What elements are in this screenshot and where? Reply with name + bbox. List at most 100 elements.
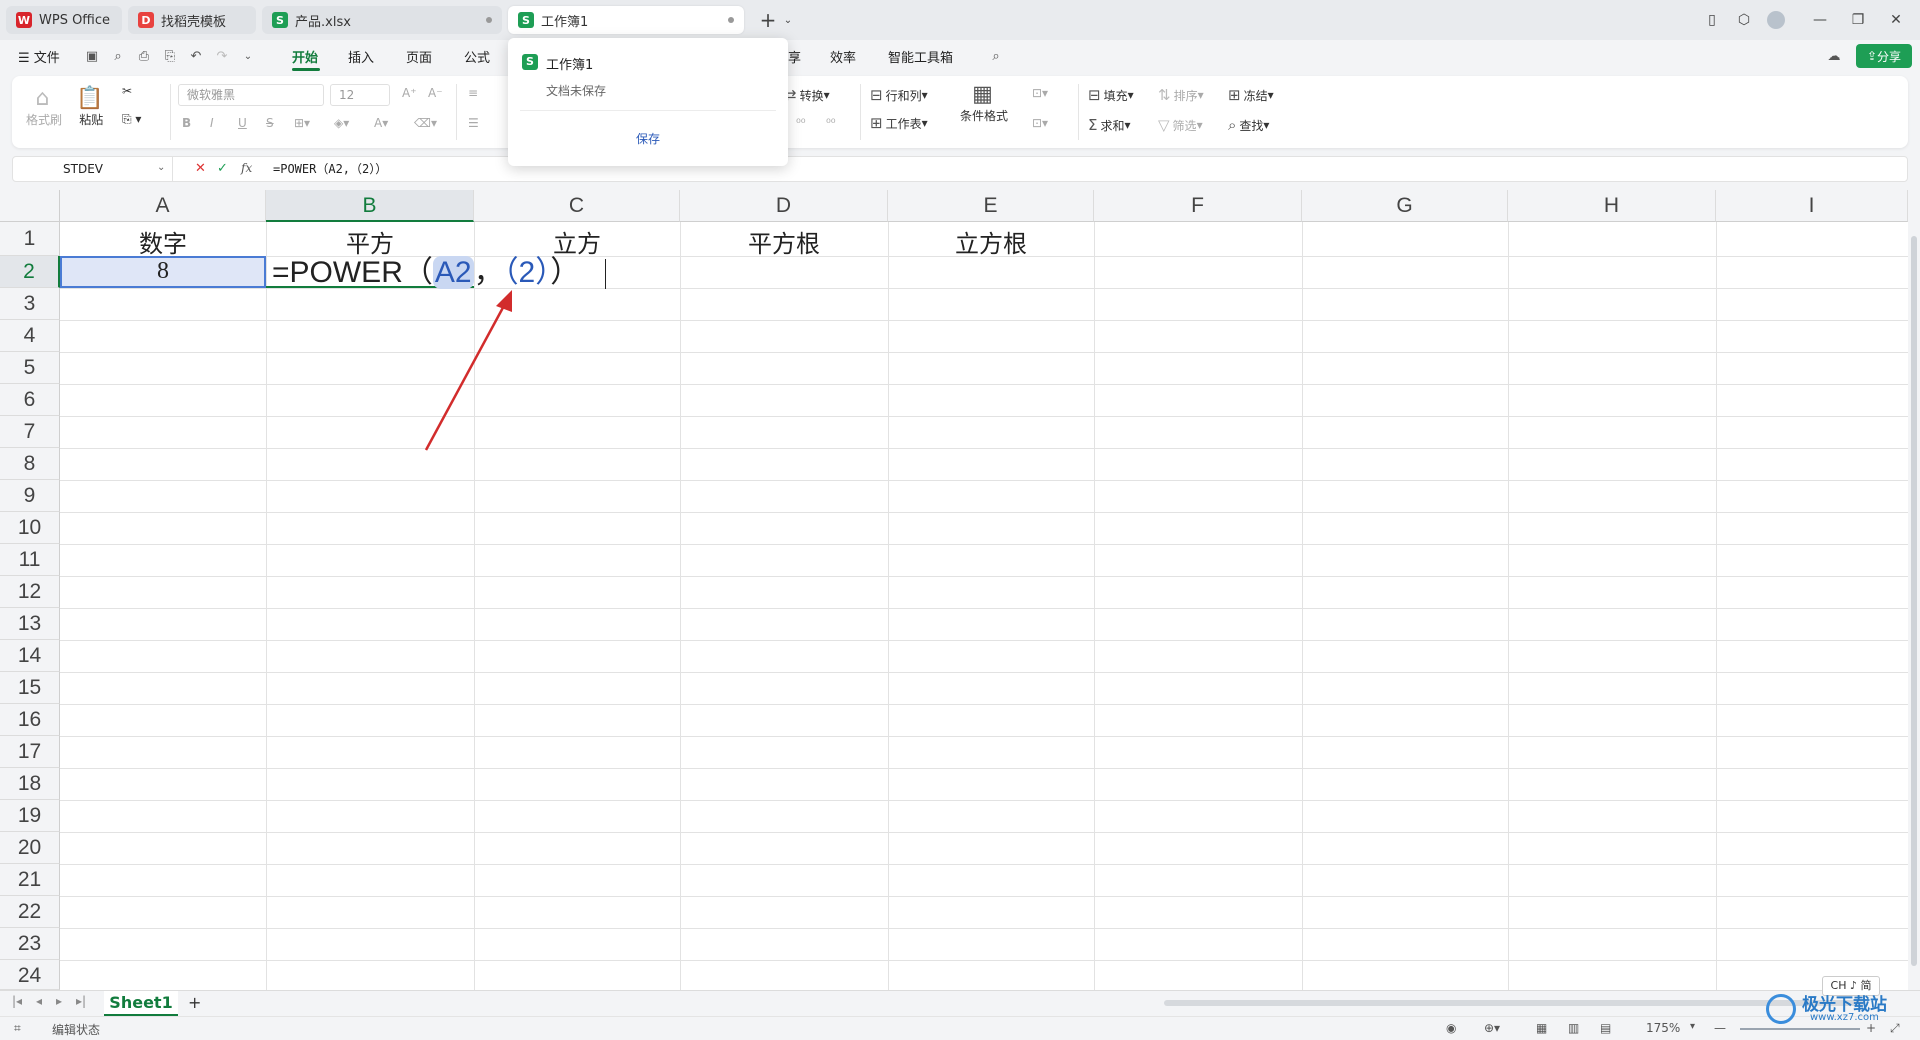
find-button[interactable]: ⌕ 查找 ▾ bbox=[1228, 116, 1269, 134]
format-painter-button[interactable]: ⌂ 格式刷 bbox=[26, 86, 62, 128]
formula-input[interactable]: =POWER（A2,（2）） bbox=[273, 157, 387, 181]
next-sheet-icon[interactable]: ▸ bbox=[56, 994, 62, 1008]
cell-d1[interactable]: 平方根 bbox=[680, 224, 888, 259]
column-header-b[interactable]: B bbox=[266, 190, 474, 222]
cell-style-icon[interactable]: ⊡▾ bbox=[1032, 86, 1048, 100]
minimize-icon[interactable]: — bbox=[1808, 8, 1832, 32]
filter-button[interactable]: ▽ 筛选 ▾ bbox=[1158, 116, 1203, 134]
column-header-c[interactable]: C bbox=[474, 190, 680, 222]
row-header[interactable]: 2 bbox=[0, 256, 60, 288]
menu-file[interactable]: ☰ 文件 bbox=[18, 47, 60, 66]
add-sheet-icon[interactable]: + bbox=[188, 993, 201, 1012]
menu-home[interactable]: 开始 bbox=[292, 47, 318, 66]
row-header[interactable]: 6 bbox=[0, 384, 60, 416]
copy-icon[interactable]: ⎘ ▾ bbox=[122, 112, 141, 127]
row-header[interactable]: 4 bbox=[0, 320, 60, 352]
row-header[interactable]: 21 bbox=[0, 864, 60, 896]
font-name-select[interactable]: 微软雅黑 bbox=[178, 84, 324, 106]
page-layout-view-icon[interactable]: ▤ bbox=[1600, 1021, 1611, 1035]
row-header[interactable]: 11 bbox=[0, 544, 60, 576]
eye-icon[interactable]: ◉ bbox=[1446, 1021, 1456, 1035]
fill-button[interactable]: ⊟ 填充 ▾ bbox=[1088, 86, 1134, 104]
confirm-icon[interactable]: ✓ bbox=[217, 161, 228, 176]
menu-smart-toolbox[interactable]: 智能工具箱 bbox=[888, 47, 953, 66]
save-icon[interactable]: ▣ bbox=[84, 49, 100, 65]
row-header[interactable]: 16 bbox=[0, 704, 60, 736]
column-header-h[interactable]: H bbox=[1508, 190, 1716, 222]
row-header[interactable]: 1 bbox=[0, 222, 60, 256]
border-icon[interactable]: ⊞▾ bbox=[294, 116, 310, 130]
worksheet-button[interactable]: ⊞ 工作表 ▾ bbox=[870, 114, 928, 132]
increase-decimal-icon[interactable]: ⁰⁰ bbox=[796, 116, 806, 130]
view-mode-icon[interactable]: ⊕▾ bbox=[1484, 1021, 1500, 1035]
font-color-icon[interactable]: A▾ bbox=[374, 116, 388, 130]
paste-button[interactable]: 📋 粘贴 bbox=[76, 86, 106, 128]
cell-e1[interactable]: 立方根 bbox=[888, 224, 1094, 259]
decrease-decimal-icon[interactable]: ⁰⁰ bbox=[826, 116, 836, 130]
column-header-d[interactable]: D bbox=[680, 190, 888, 222]
macro-icon[interactable]: ⌗ bbox=[14, 1021, 21, 1036]
zoom-out-icon[interactable]: — bbox=[1714, 1021, 1726, 1035]
row-header[interactable]: 23 bbox=[0, 928, 60, 960]
menu-insert[interactable]: 插入 bbox=[348, 47, 374, 66]
row-header[interactable]: 10 bbox=[0, 512, 60, 544]
row-header[interactable]: 24 bbox=[0, 960, 60, 990]
cloud-icon[interactable]: ☁ bbox=[1826, 49, 1842, 65]
open-icon[interactable]: ⌕ bbox=[110, 49, 126, 65]
freeze-button[interactable]: ⊞ 冻结 ▾ bbox=[1228, 86, 1274, 104]
menu-page[interactable]: 页面 bbox=[406, 47, 432, 66]
strikethrough-button[interactable]: S bbox=[266, 116, 274, 130]
page-break-view-icon[interactable]: ▥ bbox=[1568, 1021, 1579, 1035]
column-header-i[interactable]: I bbox=[1716, 190, 1908, 222]
prev-sheet-icon[interactable]: ◂ bbox=[36, 994, 42, 1008]
italic-button[interactable]: I bbox=[210, 116, 214, 130]
table-style-icon[interactable]: ⊡▾ bbox=[1032, 116, 1048, 130]
avatar[interactable] bbox=[1764, 8, 1788, 32]
horizontal-scrollbar[interactable] bbox=[1164, 1000, 1864, 1006]
row-header[interactable]: 5 bbox=[0, 352, 60, 384]
vertical-scrollbar[interactable] bbox=[1908, 222, 1920, 990]
conditional-format-button[interactable]: ▦ 条件格式 bbox=[960, 82, 1008, 124]
font-size-select[interactable]: 12 bbox=[330, 84, 390, 106]
row-header[interactable]: 8 bbox=[0, 448, 60, 480]
sort-button[interactable]: ⇅ 排序 ▾ bbox=[1158, 86, 1204, 104]
row-header[interactable]: 7 bbox=[0, 416, 60, 448]
sheet-tab-sheet1[interactable]: Sheet1 bbox=[104, 991, 178, 1016]
cell-b1[interactable]: 平方 bbox=[266, 224, 474, 259]
fill-color-icon[interactable]: ◈▾ bbox=[334, 116, 349, 130]
row-header[interactable]: 19 bbox=[0, 800, 60, 832]
name-box-chevron-icon[interactable]: ⌄ bbox=[157, 162, 165, 173]
sum-button[interactable]: Σ 求和 ▾ bbox=[1088, 116, 1131, 134]
column-header-a[interactable]: A bbox=[60, 190, 266, 222]
menu-efficiency[interactable]: 效率 bbox=[830, 47, 856, 66]
row-col-button[interactable]: ⊟ 行和列 ▾ bbox=[870, 86, 928, 104]
font-grow-icon[interactable]: A⁺ bbox=[402, 86, 417, 100]
align-top-icon[interactable]: ≡ bbox=[468, 86, 478, 100]
tab-wps-office[interactable]: W WPS Office bbox=[6, 6, 122, 34]
bold-button[interactable]: B bbox=[182, 116, 191, 130]
last-sheet-icon[interactable]: ▸| bbox=[76, 994, 86, 1008]
column-header-g[interactable]: G bbox=[1302, 190, 1508, 222]
row-header[interactable]: 22 bbox=[0, 896, 60, 928]
select-all-corner[interactable] bbox=[0, 190, 60, 222]
row-header[interactable]: 15 bbox=[0, 672, 60, 704]
undo-icon[interactable]: ↶ bbox=[188, 49, 204, 65]
convert-button[interactable]: ⇄ 转换 ▾ bbox=[784, 86, 830, 104]
row-header[interactable]: 12 bbox=[0, 576, 60, 608]
zoom-level[interactable]: 175% bbox=[1646, 1021, 1680, 1035]
search-icon[interactable]: ⌕ bbox=[988, 49, 1004, 65]
tab-list-chevron-icon[interactable]: ⌄ bbox=[776, 8, 800, 32]
print-icon[interactable]: ⎙ bbox=[136, 49, 152, 65]
redo-icon[interactable]: ↷ bbox=[214, 49, 230, 65]
cube-icon[interactable]: ⬡ bbox=[1732, 8, 1756, 32]
row-header[interactable]: 14 bbox=[0, 640, 60, 672]
row-header[interactable]: 9 bbox=[0, 480, 60, 512]
tab-product-xlsx[interactable]: S 产品.xlsx bbox=[262, 6, 502, 34]
cancel-icon[interactable]: ✕ bbox=[195, 161, 206, 176]
row-header[interactable]: 3 bbox=[0, 288, 60, 320]
cut-icon[interactable]: ✂ bbox=[122, 84, 132, 98]
cell-c1[interactable]: 立方 bbox=[474, 224, 680, 259]
scrollbar-thumb[interactable] bbox=[1911, 236, 1917, 966]
restore-icon[interactable]: ❐ bbox=[1846, 8, 1870, 32]
align-left-icon[interactable]: ☰ bbox=[468, 116, 479, 130]
